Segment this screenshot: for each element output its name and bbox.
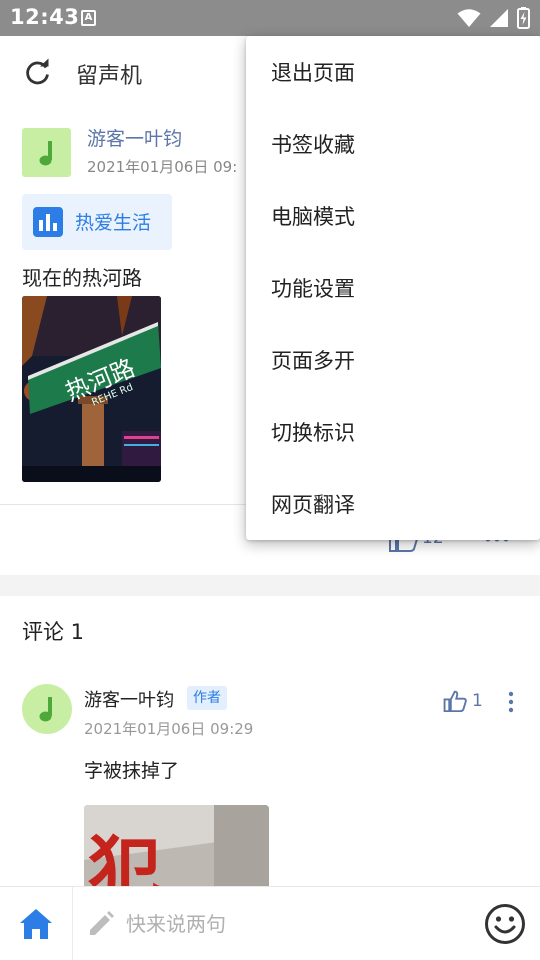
status-bar: 12:43 A xyxy=(0,0,540,36)
menu-item-bookmark[interactable]: 书签收藏 xyxy=(246,108,540,180)
post-author-name[interactable]: 游客一叶钧 xyxy=(87,124,182,151)
menu-item-translate[interactable]: 网页翻译 xyxy=(246,468,540,540)
page-title: 留声机 xyxy=(76,64,143,89)
battery-charging-icon xyxy=(517,7,530,29)
comment-like-count: 1 xyxy=(472,691,483,711)
menu-item-switch-identity[interactable]: 切换标识 xyxy=(246,396,540,468)
wall-character-photo: 犯 xyxy=(84,805,269,895)
refresh-icon[interactable] xyxy=(22,58,52,88)
comment-like-button[interactable]: 1 xyxy=(443,688,483,714)
thumbs-up-icon xyxy=(443,690,467,712)
home-button[interactable] xyxy=(0,887,73,960)
comment-input[interactable] xyxy=(84,901,464,947)
comment-author-name[interactable]: 游客一叶钧 xyxy=(84,686,174,712)
post-timestamp: 2021年01月06日 09: xyxy=(87,158,238,176)
bottom-comment-bar xyxy=(0,886,540,960)
home-icon xyxy=(20,909,52,939)
post-photo[interactable]: 热河路 REHE Rd xyxy=(22,296,161,482)
post-avatar[interactable] xyxy=(22,128,71,177)
emoji-icon[interactable] xyxy=(484,903,526,945)
author-badge: 作者 xyxy=(187,686,227,710)
status-time: 12:43 xyxy=(10,5,80,29)
street-sign-photo: 热河路 REHE Rd xyxy=(22,296,161,482)
notification-a-icon: A xyxy=(81,10,96,26)
music-note-icon xyxy=(39,697,52,722)
comments-heading: 评论 1 xyxy=(22,620,85,644)
menu-item-multi-page[interactable]: 页面多开 xyxy=(246,324,540,396)
comment-body-text: 字被抹掉了 xyxy=(84,760,180,782)
bar-chart-icon xyxy=(33,207,63,237)
post-body-text: 现在的热河路 xyxy=(22,266,142,290)
topic-tag-chip[interactable]: 热爱生活 xyxy=(22,194,172,250)
wifi-icon xyxy=(457,9,481,27)
status-icons xyxy=(457,7,530,29)
signal-icon xyxy=(490,9,508,27)
comment-photo[interactable]: 犯 xyxy=(84,805,269,895)
comment-avatar[interactable] xyxy=(22,684,72,734)
music-note-icon xyxy=(39,140,52,165)
comment-timestamp: 2021年01月06日 09:29 xyxy=(84,720,254,738)
menu-item-desktop-mode[interactable]: 电脑模式 xyxy=(246,180,540,252)
section-separator xyxy=(0,575,540,596)
menu-item-exit-page[interactable]: 退出页面 xyxy=(246,36,540,108)
more-vertical-icon[interactable] xyxy=(505,690,517,714)
topic-tag-label: 热爱生活 xyxy=(75,212,152,234)
menu-item-settings[interactable]: 功能设置 xyxy=(246,252,540,324)
overflow-menu: 退出页面 书签收藏 电脑模式 功能设置 页面多开 切换标识 网页翻译 xyxy=(246,36,540,540)
